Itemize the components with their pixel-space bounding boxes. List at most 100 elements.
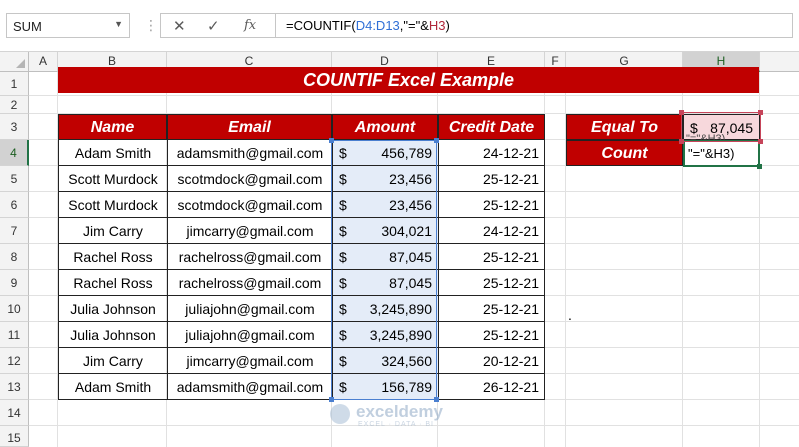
row-header-10[interactable]: 10 [0, 296, 29, 322]
count-active-cell[interactable]: "="&H3) [683, 140, 760, 167]
cell-amount[interactable]: $304,021 [332, 218, 438, 244]
cell-name[interactable]: Scott Murdock [58, 166, 167, 192]
formula-suffix: ) [445, 18, 450, 33]
insert-function-icon[interactable]: fx [244, 18, 256, 33]
equal-to-label[interactable]: Equal To [566, 114, 683, 140]
row-header-15[interactable]: 15 [0, 426, 29, 447]
column-header-a[interactable]: A [29, 52, 58, 72]
currency-symbol: $ [339, 145, 347, 161]
chevron-down-icon[interactable]: ▼ [114, 19, 123, 29]
exceldemy-logo: exceldemy EXCEL · DATA · BI [326, 398, 506, 432]
drag-handle-icon[interactable]: ⋮ [144, 18, 159, 32]
row-header-3[interactable]: 3 [0, 114, 29, 140]
cell-email[interactable]: scotmdock@gmail.com [167, 192, 332, 218]
header-email[interactable]: Email [167, 114, 332, 140]
name-box-value: SUM [13, 19, 42, 34]
cell-credit-date[interactable]: 25-12-21 [438, 166, 545, 192]
header-credit-date[interactable]: Credit Date [438, 114, 545, 140]
cell-email[interactable]: juliajohn@gmail.com [167, 296, 332, 322]
formula-prefix: =COUNTIF( [286, 18, 356, 33]
cell-amount[interactable]: $87,045 [332, 270, 438, 296]
currency-symbol: $ [339, 249, 347, 265]
column-header-blank[interactable] [760, 52, 799, 72]
cell-credit-date[interactable]: 25-12-21 [438, 296, 545, 322]
header-amount[interactable]: Amount [332, 114, 438, 140]
amount-value: 23,456 [389, 197, 432, 213]
cell-name[interactable]: Julia Johnson [58, 322, 167, 348]
row-header-6[interactable]: 6 [0, 192, 29, 218]
amount-value: 3,245,890 [369, 327, 432, 343]
cell-email[interactable]: scotmdock@gmail.com [167, 166, 332, 192]
cancel-icon[interactable]: ✕ [173, 17, 186, 35]
select-all-triangle-icon [16, 59, 25, 68]
currency-symbol: $ [339, 379, 347, 395]
formula-input[interactable]: =COUNTIF(D4:D13,"="&H3) [275, 13, 793, 38]
cell-amount[interactable]: $156,789 [332, 374, 438, 400]
cell-credit-date[interactable]: 25-12-21 [438, 244, 545, 270]
row-header-8[interactable]: 8 [0, 244, 29, 270]
cell-name[interactable]: Julia Johnson [58, 296, 167, 322]
worksheet-grid[interactable]: A B C D E F G H 1 2 3 4 5 6 7 8 9 10 11 … [0, 52, 799, 447]
enter-check-icon[interactable]: ✓ [207, 17, 220, 35]
stray-dot: . [568, 307, 572, 323]
cell-name[interactable]: Adam Smith [58, 140, 167, 166]
cell-amount[interactable]: $324,560 [332, 348, 438, 374]
cell-email[interactable]: adamsmith@gmail.com [167, 374, 332, 400]
cell-email[interactable]: rachelross@gmail.com [167, 244, 332, 270]
cell-email[interactable]: jimcarry@gmail.com [167, 218, 332, 244]
row-header-11[interactable]: 11 [0, 322, 29, 348]
formula-criteria: ,"="& [399, 18, 429, 33]
amount-value: 87,045 [389, 249, 432, 265]
cell-credit-date[interactable]: 25-12-21 [438, 192, 545, 218]
cell-email[interactable]: adamsmith@gmail.com [167, 140, 332, 166]
formula-bar: SUM ▼ ⋮ ✕ ✓ fx =COUNTIF(D4:D13,"="&H3) [0, 0, 799, 52]
row-header-9[interactable]: 9 [0, 270, 29, 296]
row-header-7[interactable]: 7 [0, 218, 29, 244]
currency-symbol: $ [339, 353, 347, 369]
cell-amount[interactable]: $23,456 [332, 192, 438, 218]
amount-value: 324,560 [381, 353, 432, 369]
cell-credit-date[interactable]: 26-12-21 [438, 374, 545, 400]
cell-email[interactable]: rachelross@gmail.com [167, 270, 332, 296]
cell-credit-date[interactable]: 24-12-21 [438, 140, 545, 166]
cell-amount[interactable]: $3,245,890 [332, 322, 438, 348]
cell-credit-date[interactable]: 24-12-21 [438, 218, 545, 244]
name-box[interactable]: SUM ▼ [6, 13, 130, 38]
cell-name[interactable]: Rachel Ross [58, 244, 167, 270]
row-header-4[interactable]: 4 [0, 140, 29, 166]
row-header-14[interactable]: 14 [0, 400, 29, 426]
formula-bar-buttons: ✕ ✓ fx [160, 13, 275, 38]
cell-name[interactable]: Jim Carry [58, 218, 167, 244]
header-name[interactable]: Name [58, 114, 167, 140]
row-header-5[interactable]: 5 [0, 166, 29, 192]
cell-name[interactable]: Jim Carry [58, 348, 167, 374]
currency-symbol: $ [339, 197, 347, 213]
formula-range-ref: D4:D13 [355, 18, 400, 33]
cell-name[interactable]: Rachel Ross [58, 270, 167, 296]
cell-credit-date[interactable]: 25-12-21 [438, 322, 545, 348]
cell-name[interactable]: Scott Murdock [58, 192, 167, 218]
amount-value: 23,456 [389, 171, 432, 187]
row-header-13[interactable]: 13 [0, 374, 29, 400]
select-all-button[interactable] [0, 52, 29, 72]
fill-handle[interactable] [757, 164, 762, 169]
gridline [29, 95, 799, 96]
sheet-title[interactable]: COUNTIF Excel Example [58, 67, 759, 93]
amount-value: 304,021 [381, 223, 432, 239]
currency-symbol: $ [339, 275, 347, 291]
count-label[interactable]: Count [566, 140, 683, 166]
cell-amount[interactable]: $87,045 [332, 244, 438, 270]
watermark-subtext: EXCEL · DATA · BI [358, 421, 434, 428]
row-header-1[interactable]: 1 [0, 72, 29, 96]
cell-name[interactable]: Adam Smith [58, 374, 167, 400]
cell-credit-date[interactable]: 20-12-21 [438, 348, 545, 374]
cell-amount[interactable]: $23,456 [332, 166, 438, 192]
cell-email[interactable]: juliajohn@gmail.com [167, 322, 332, 348]
exceldemy-logo-icon [330, 404, 350, 424]
cell-email[interactable]: jimcarry@gmail.com [167, 348, 332, 374]
row-header-2[interactable]: 2 [0, 96, 29, 114]
cell-amount[interactable]: $3,245,890 [332, 296, 438, 322]
cell-amount[interactable]: $456,789 [332, 140, 438, 166]
cell-credit-date[interactable]: 25-12-21 [438, 270, 545, 296]
row-header-12[interactable]: 12 [0, 348, 29, 374]
